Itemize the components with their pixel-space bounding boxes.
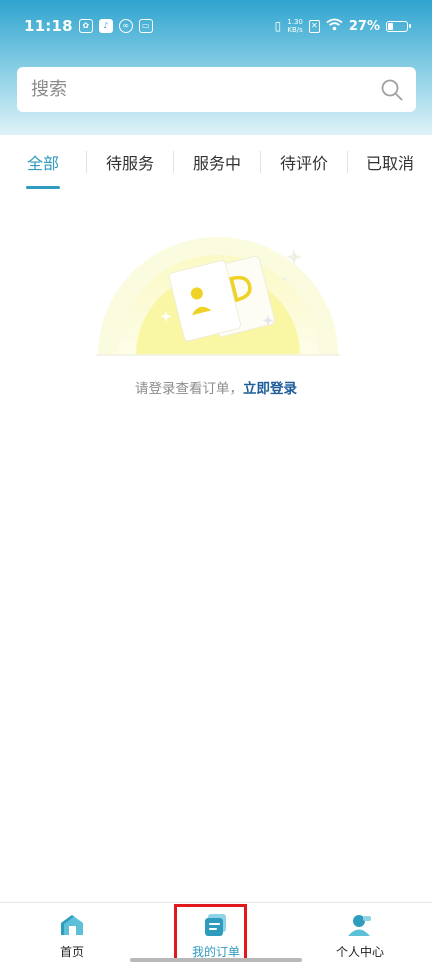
- search-bar[interactable]: [17, 67, 416, 112]
- tab-label: 待评价: [279, 154, 328, 173]
- tab-pending-service[interactable]: 待服务: [87, 135, 173, 189]
- tab-in-service[interactable]: 服务中: [174, 135, 260, 189]
- tab-label: 待服务: [105, 154, 154, 173]
- net-speed-value: 1.30: [287, 18, 303, 26]
- status-time: 11:18: [24, 17, 73, 35]
- order-status-tabs: 全部 待服务 服务中 待评价 已取消: [0, 135, 432, 189]
- nav-my-orders[interactable]: 我的订单: [144, 903, 288, 965]
- no-signal-icon: ✕: [308, 19, 320, 33]
- profile-icon: [348, 915, 371, 936]
- calendar-app-icon: ▭: [138, 19, 153, 33]
- link-app-icon: ∞: [118, 19, 133, 33]
- orders-icon: [205, 914, 226, 936]
- bottom-navigation: 首页 我的订单 个人中心: [0, 902, 432, 965]
- tab-cancelled[interactable]: 已取消: [348, 135, 432, 189]
- status-left: 11:18 ✿ ♪ ∞ ▭: [24, 17, 153, 35]
- home-indicator-bar[interactable]: [130, 958, 302, 962]
- battery-icon: [386, 20, 411, 32]
- wifi-icon: [326, 18, 343, 34]
- active-tab-underline: [26, 186, 60, 189]
- app-notification-icon: ✿: [78, 19, 93, 33]
- search-input[interactable]: [29, 78, 380, 101]
- status-right: ▯ 1.30 KB/s ✕ 27%: [274, 18, 411, 34]
- net-speed: 1.30 KB/s: [287, 18, 303, 34]
- empty-state-message: 请登录查看订单，立即登录: [0, 377, 432, 397]
- login-prompt-text: 请登录查看订单，: [135, 381, 243, 397]
- home-icon: [61, 915, 83, 935]
- nav-label: 首页: [59, 945, 84, 959]
- tiktok-icon: ♪: [98, 19, 113, 33]
- vibrate-icon: ▯: [274, 19, 282, 33]
- nav-home[interactable]: 首页: [0, 903, 144, 965]
- nav-personal-center[interactable]: 个人中心: [288, 903, 432, 965]
- login-now-link[interactable]: 立即登录: [243, 381, 297, 397]
- tab-label: 已取消: [365, 154, 414, 173]
- net-speed-unit: KB/s: [287, 26, 303, 34]
- status-bar: 11:18 ✿ ♪ ∞ ▭ ▯ 1.30 KB/s ✕ 27%: [0, 0, 432, 52]
- tab-pending-review[interactable]: 待评价: [261, 135, 347, 189]
- empty-orders-illustration: [96, 237, 340, 356]
- tab-label: 服务中: [192, 154, 241, 173]
- battery-percent: 27%: [348, 18, 380, 34]
- tab-label: 全部: [26, 154, 59, 173]
- nav-label: 个人中心: [335, 945, 384, 959]
- tab-all[interactable]: 全部: [0, 135, 86, 189]
- search-icon[interactable]: [380, 78, 404, 102]
